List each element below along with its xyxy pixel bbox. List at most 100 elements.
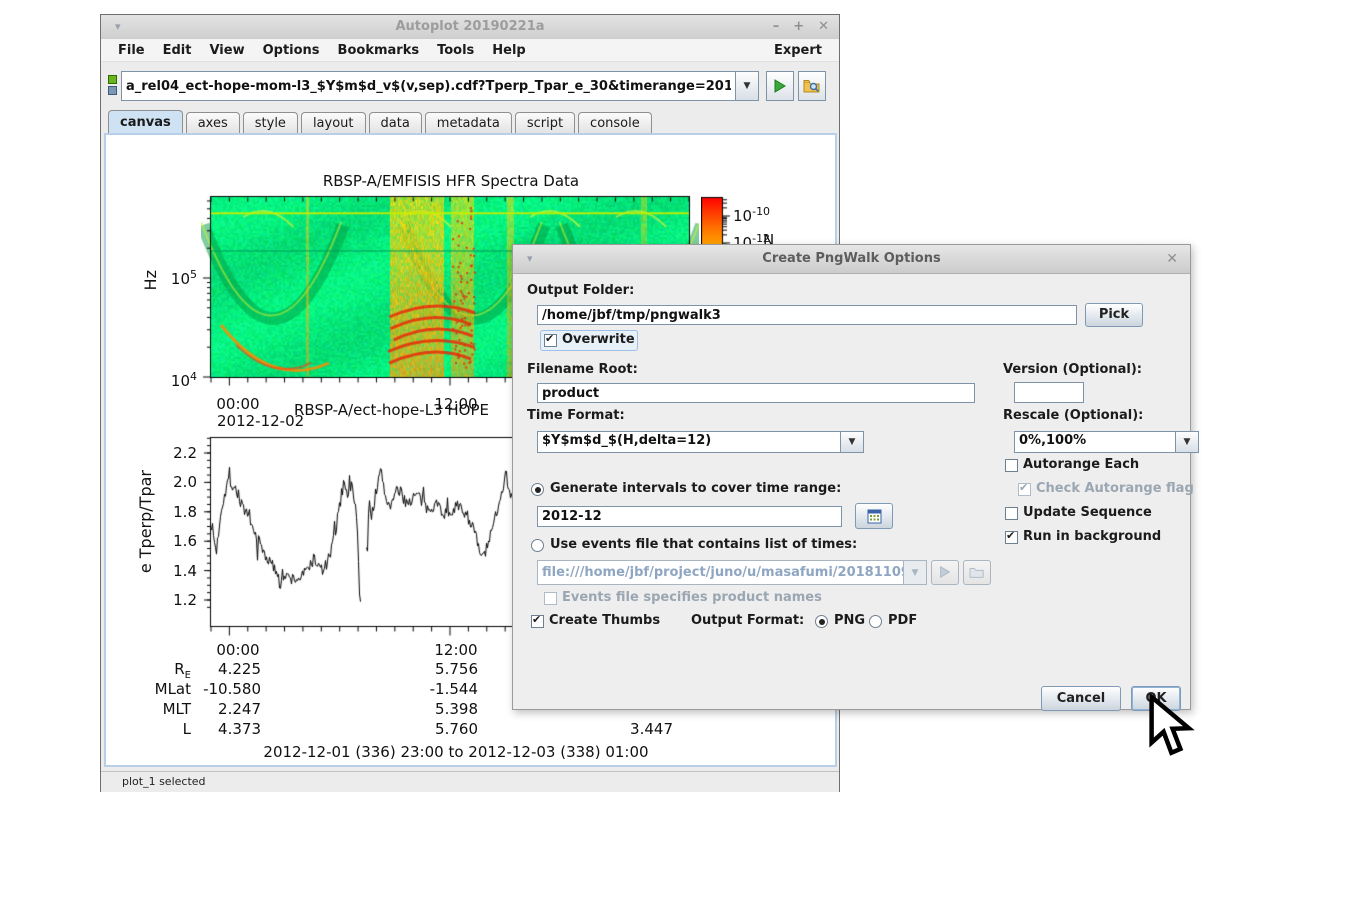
uri-combobox: ▼: [121, 71, 759, 101]
tab-script[interactable]: script: [515, 112, 575, 134]
plot1-xtick-0000: 00:00: [216, 395, 260, 413]
table-row-label: L: [129, 720, 191, 741]
chevron-down-icon: ▼: [1184, 437, 1191, 447]
time-format-value: $Y$m$d_$(H,delta=12): [538, 432, 840, 452]
green-square-icon: [108, 75, 117, 84]
menu-help[interactable]: Help: [485, 41, 532, 60]
tab-canvas[interactable]: canvas: [108, 110, 183, 134]
play-icon: [938, 565, 952, 579]
window-title: Autoplot 20190221a: [101, 15, 839, 39]
maximize-icon[interactable]: +: [793, 15, 804, 39]
check-autorange-label: Check Autorange flag: [1036, 481, 1194, 496]
plot2-xtick-1200: 12:00: [434, 641, 478, 659]
window-menu-icon[interactable]: ▾: [115, 15, 121, 39]
plot2-ytick: 1.8: [157, 503, 197, 521]
menu-view[interactable]: View: [202, 41, 251, 60]
table-cell: 4.373: [201, 720, 261, 738]
menu-tools[interactable]: Tools: [430, 41, 481, 60]
png-radio[interactable]: [815, 615, 828, 628]
version-input[interactable]: [1014, 382, 1084, 403]
time-format-label: Time Format:: [527, 408, 625, 423]
close-icon[interactable]: ✕: [818, 15, 829, 39]
folder-magnifier-icon: [803, 78, 821, 94]
uri-toolbar: ▼: [101, 62, 839, 111]
tab-metadata[interactable]: metadata: [425, 112, 512, 134]
mouse-cursor: [1148, 694, 1196, 760]
rescale-value: 0%,100%: [1015, 432, 1175, 452]
plot2-ytick: 1.2: [157, 591, 197, 609]
output-folder-input[interactable]: [537, 305, 1077, 325]
overwrite-checkbox[interactable]: [544, 334, 557, 347]
pick-button[interactable]: Pick: [1085, 303, 1143, 327]
time-format-combobox[interactable]: $Y$m$d_$(H,delta=12) ▼: [537, 431, 864, 453]
update-sequence-label: Update Sequence: [1023, 505, 1152, 520]
plot1-ytick-1e4: 104: [153, 370, 197, 390]
output-format-label: Output Format:: [691, 613, 804, 628]
dialog-close-icon[interactable]: ✕: [1166, 245, 1178, 273]
events-specifies-label: Events file specifies product names: [562, 590, 822, 605]
title-bar[interactable]: ▾ Autoplot 20190221a – + ✕: [101, 15, 839, 40]
plot2-title: RBSP-A/ect-hope-L3 HOPE: [294, 401, 489, 419]
plot2-ylabel: e Tperp/Tpar: [136, 470, 155, 573]
plot-go-button[interactable]: [766, 71, 794, 101]
status-bar: plot_1 selected: [101, 771, 839, 792]
rescale-dropdown-button[interactable]: ▼: [1175, 432, 1198, 452]
calendar-icon: [867, 509, 882, 524]
tab-data[interactable]: data: [369, 112, 422, 134]
inspect-uri-button[interactable]: [798, 71, 826, 101]
dialog-menu-icon[interactable]: ▾: [527, 245, 533, 273]
autorange-each-checkbox[interactable]: [1005, 459, 1018, 472]
overwrite-checkbox-group[interactable]: Overwrite: [541, 331, 637, 350]
table-row-label: RE: [129, 660, 191, 681]
datasource-type-icon: [108, 75, 118, 97]
menu-options[interactable]: Options: [256, 41, 327, 60]
pdf-radio[interactable]: [869, 615, 882, 628]
menu-edit[interactable]: Edit: [156, 41, 199, 60]
events-specifies-checkbox: [544, 592, 557, 605]
tab-row: canvas axes style layout data metadata s…: [101, 111, 839, 134]
expert-menu[interactable]: Expert: [767, 41, 829, 60]
window-controls: – + ✕: [773, 15, 829, 39]
events-dropdown-button: ▼: [903, 561, 926, 584]
menu-bookmarks[interactable]: Bookmarks: [331, 41, 427, 60]
run-background-checkbox[interactable]: [1005, 531, 1018, 544]
table-cell: 4.225: [201, 660, 261, 678]
tab-console[interactable]: console: [578, 112, 652, 134]
update-sequence-checkbox[interactable]: [1005, 507, 1018, 520]
use-events-file-label: Use events file that contains list of ti…: [550, 537, 857, 552]
table-cell: 5.398: [418, 700, 478, 718]
menu-file[interactable]: File: [111, 41, 152, 60]
dialog-title-bar[interactable]: ▾ Create PngWalk Options ✕: [513, 245, 1190, 274]
generate-intervals-radio[interactable]: [531, 483, 544, 496]
tab-style[interactable]: style: [243, 112, 298, 134]
play-icon: [772, 78, 788, 94]
tab-axes[interactable]: axes: [186, 112, 240, 134]
minimize-icon[interactable]: –: [773, 15, 780, 39]
filename-root-label: Filename Root:: [527, 362, 638, 377]
cancel-button[interactable]: Cancel: [1041, 686, 1121, 711]
dialog-title: Create PngWalk Options: [513, 245, 1190, 273]
pdf-label: PDF: [888, 613, 917, 628]
use-events-file-radio[interactable]: [531, 539, 544, 552]
pngwalk-options-dialog: ▾ Create PngWalk Options ✕ Output Folder…: [512, 244, 1191, 710]
uri-dropdown-button[interactable]: ▼: [735, 72, 758, 100]
create-thumbs-checkbox[interactable]: [531, 615, 544, 628]
time-format-dropdown-button[interactable]: ▼: [840, 432, 863, 452]
plot1-ytick-1e5: 105: [153, 268, 197, 288]
table-row-label: MLT: [129, 700, 191, 721]
table-cell: 3.447: [613, 720, 673, 738]
timerange-input[interactable]: [537, 506, 842, 527]
generate-intervals-label: Generate intervals to cover time range:: [550, 481, 841, 496]
menu-bar: File Edit View Options Bookmarks Tools H…: [101, 39, 839, 62]
uri-input[interactable]: [122, 72, 735, 100]
run-background-label: Run in background: [1023, 529, 1161, 544]
table-cell: -10.580: [201, 680, 261, 698]
png-label: PNG: [834, 613, 865, 628]
filename-root-input[interactable]: [537, 383, 975, 403]
calendar-button[interactable]: [855, 503, 893, 529]
plot2-xtick-0000: 00:00: [216, 641, 260, 659]
rescale-combobox[interactable]: 0%,100% ▼: [1014, 431, 1199, 453]
table-row-label: MLat: [129, 680, 191, 701]
check-autorange-checkbox: [1018, 483, 1031, 496]
tab-layout[interactable]: layout: [301, 112, 366, 134]
